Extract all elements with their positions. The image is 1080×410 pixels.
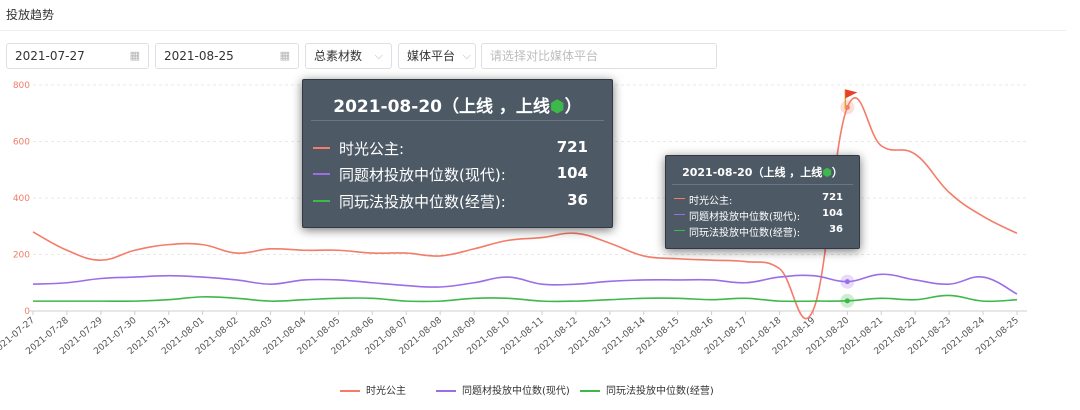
tooltip-series-name: 时光公主: xyxy=(339,140,405,158)
tooltip-row: 时光公主: 721 xyxy=(313,138,588,158)
tooltip-series-value: 721 xyxy=(556,138,588,156)
tooltip-large-title: 2021-08-20（上线 ，上线⬢） xyxy=(303,92,612,117)
android-icon: ⬢ xyxy=(549,97,565,117)
tooltip-date: 2021-08-20 xyxy=(333,97,442,117)
tooltip-row: 同玩法投放中位数(经营): 36 xyxy=(674,224,843,239)
legend-item[interactable]: 同玩法投放中位数(经营) xyxy=(580,382,714,397)
tooltip-title-close: ） xyxy=(831,166,843,179)
y-tick-label: 400 xyxy=(13,194,30,204)
tooltip-series-name: 同玩法投放中位数(经营): xyxy=(339,193,506,211)
tooltip-series-name: 时光公主: xyxy=(689,196,733,207)
series-line xyxy=(32,273,1018,295)
y-tick-label: 600 xyxy=(13,138,30,148)
legend-swatch xyxy=(313,147,330,149)
tooltip-small-title: 2021-08-20（上线 ，上线⬢） xyxy=(666,164,859,180)
legend-swatch xyxy=(674,214,685,215)
highlight-point-core xyxy=(844,279,850,285)
series-line xyxy=(33,294,1018,303)
legend-swatch xyxy=(313,173,330,175)
legend-swatch xyxy=(340,390,360,392)
tooltip-date: 2021-08-20 xyxy=(682,166,753,179)
legend-swatch xyxy=(674,198,685,199)
tooltip-divider xyxy=(672,184,853,185)
tooltip-series-value: 104 xyxy=(822,208,843,219)
tooltip-small: 2021-08-20（上线 ，上线⬢） 时光公主: 721 同题材投放中位数(现… xyxy=(665,155,860,249)
legend-item[interactable]: 时光公主 xyxy=(340,382,406,397)
tooltip-row: 时光公主: 721 xyxy=(674,192,843,207)
tooltip-series-value: 721 xyxy=(822,192,843,203)
legend-swatch xyxy=(436,390,456,392)
legend-swatch xyxy=(674,230,685,231)
tooltip-divider xyxy=(311,120,604,121)
tooltip-series-name: 同题材投放中位数(现代): xyxy=(689,212,801,223)
tooltip-series-name: 同玩法投放中位数(经营): xyxy=(689,228,801,239)
tooltip-series-value: 104 xyxy=(556,164,588,182)
x-axis: 2021-07-272021-07-282021-07-292021-07-30… xyxy=(0,310,1027,357)
y-tick-label: 800 xyxy=(13,81,30,91)
y-tick-label: 200 xyxy=(13,251,30,261)
android-icon: ⬢ xyxy=(822,166,832,179)
tooltip-series-value: 36 xyxy=(567,191,588,209)
tooltip-series-value: 36 xyxy=(829,224,843,235)
legend-swatch xyxy=(313,200,330,202)
tooltip-row: 同玩法投放中位数(经营): 36 xyxy=(313,191,588,211)
highlight-point-core xyxy=(844,298,850,304)
y-axis: 0200400600800 xyxy=(13,81,30,317)
legend-label: 同题材投放中位数(现代) xyxy=(462,386,570,397)
tooltip-title-open: （上线 xyxy=(441,97,493,117)
legend-swatch xyxy=(580,390,600,392)
tooltip-row: 同题材投放中位数(现代): 104 xyxy=(674,208,843,223)
legend-label: 同玩法投放中位数(经营) xyxy=(606,386,714,397)
tooltip-row: 同题材投放中位数(现代): 104 xyxy=(313,164,588,184)
legend-item[interactable]: 同题材投放中位数(现代) xyxy=(436,382,570,397)
tooltip-title-mid: ，上线 xyxy=(498,97,550,117)
legend-label: 时光公主 xyxy=(366,386,406,397)
tooltip-large: 2021-08-20（上线 ，上线⬢） 时光公主: 721 同题材投放中位数(现… xyxy=(302,79,613,228)
tooltip-title-close: ） xyxy=(564,97,582,117)
tooltip-title-open: （上线 xyxy=(752,166,786,179)
tooltip-series-name: 同题材投放中位数(现代): xyxy=(339,166,506,184)
flag-banner xyxy=(845,89,858,99)
tooltip-title-mid: ，上线 xyxy=(789,166,823,179)
